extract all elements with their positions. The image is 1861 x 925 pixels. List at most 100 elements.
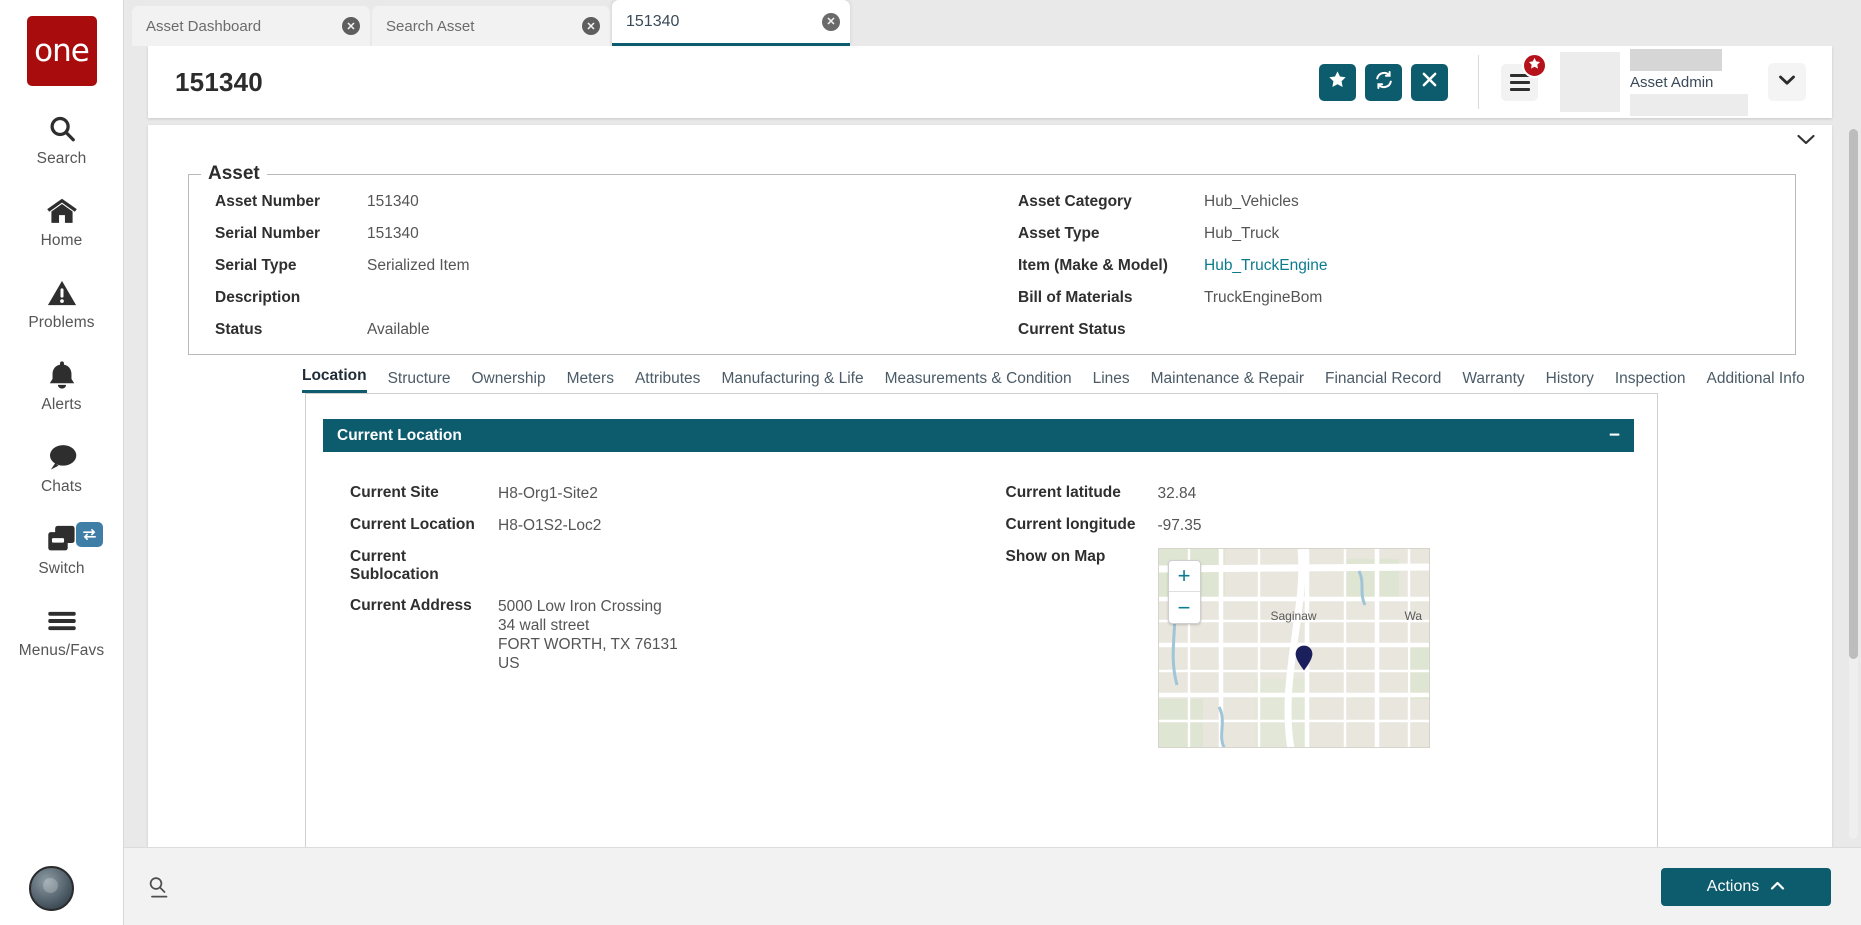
- tab-financial-record[interactable]: Financial Record: [1325, 370, 1441, 393]
- tab-asset-dashboard[interactable]: Asset Dashboard ✕: [132, 6, 370, 46]
- tab-label: Additional Info: [1707, 370, 1805, 387]
- one-network-logo[interactable]: one: [27, 16, 97, 86]
- vertical-scrollbar-thumb[interactable]: [1849, 129, 1858, 659]
- tab-attributes[interactable]: Attributes: [635, 370, 700, 393]
- tab-maintenance-repair[interactable]: Maintenance & Repair: [1151, 370, 1304, 393]
- favorites-badge: [1522, 53, 1547, 78]
- tab-label: Location: [302, 367, 367, 384]
- item-make-model-link[interactable]: Hub_TruckEngine: [1204, 257, 1328, 275]
- avatar[interactable]: [29, 866, 74, 911]
- close-circle-icon[interactable]: ✕: [822, 13, 840, 31]
- close-circle-icon[interactable]: ✕: [582, 17, 600, 35]
- tab-lines[interactable]: Lines: [1093, 370, 1130, 393]
- page-header: 151340: [148, 46, 1832, 118]
- asset-summary-fieldset: Asset Asset Number 151340 Serial Number …: [188, 163, 1796, 355]
- sidebar-item-chats[interactable]: Chats: [0, 440, 124, 496]
- map-zoom-in-button[interactable]: +: [1169, 561, 1200, 592]
- search-icon: [47, 112, 77, 146]
- field-value: Hub_Truck: [1204, 225, 1279, 243]
- vertical-scrollbar-track[interactable]: [1849, 129, 1858, 839]
- actions-button[interactable]: Actions: [1661, 868, 1831, 906]
- tab-search-asset[interactable]: Search Asset ✕: [372, 6, 610, 46]
- close-circle-icon[interactable]: ✕: [342, 17, 360, 35]
- bell-icon: [48, 358, 76, 392]
- star-icon: [1528, 57, 1541, 73]
- field-value: 151340: [367, 225, 419, 243]
- field-label: Current Status: [1018, 321, 1204, 339]
- favorite-button[interactable]: [1319, 64, 1356, 101]
- map-zoom-controls: + −: [1168, 560, 1201, 624]
- field-row: Asset Category Hub_Vehicles: [1018, 193, 1795, 225]
- user-placeholder-bar-top: [1630, 49, 1722, 71]
- tab-location[interactable]: Location: [302, 367, 367, 393]
- sidebar-item-alerts[interactable]: Alerts: [0, 358, 124, 414]
- header-menu-button[interactable]: [1501, 64, 1538, 101]
- user-info-block[interactable]: Asset Admin: [1630, 49, 1748, 116]
- sidebar-item-label: Chats: [41, 478, 82, 496]
- sidebar-item-label: Search: [37, 150, 87, 168]
- sidebar-item-problems[interactable]: Problems: [0, 276, 124, 332]
- tab-label: Meters: [567, 370, 614, 387]
- field-label: Asset Category: [1018, 193, 1204, 211]
- tab-additional-info[interactable]: Additional Info: [1707, 370, 1805, 393]
- tab-history[interactable]: History: [1546, 370, 1594, 393]
- sidebar-item-switch[interactable]: Switch: [0, 522, 124, 578]
- refresh-button[interactable]: [1365, 64, 1402, 101]
- tab-151340[interactable]: 151340 ✕: [612, 0, 850, 46]
- field-label: Serial Number: [215, 225, 367, 243]
- field-row: Serial Type Serialized Item: [215, 257, 992, 289]
- star-icon: [1328, 70, 1347, 94]
- sidebar-item-search[interactable]: Search: [0, 112, 124, 168]
- tab-manufacturing-life[interactable]: Manufacturing & Life: [721, 370, 863, 393]
- search-document-icon[interactable]: [148, 875, 170, 899]
- close-button[interactable]: [1411, 64, 1448, 101]
- logo-text: one: [34, 33, 89, 69]
- map-zoom-out-button[interactable]: −: [1169, 592, 1200, 623]
- user-placeholder-bar-bottom: [1630, 94, 1748, 116]
- chevron-down-icon: [1778, 73, 1796, 91]
- address-value: 5000 Low Iron Crossing 34 wall street FO…: [498, 597, 678, 673]
- sidebar-item-home[interactable]: Home: [0, 194, 124, 250]
- tab-inspection[interactable]: Inspection: [1615, 370, 1686, 393]
- field-label: Current Location: [350, 516, 498, 535]
- field-value: Serialized Item: [367, 257, 470, 275]
- panel-collapse-minus-icon[interactable]: −: [1609, 426, 1620, 445]
- tab-structure[interactable]: Structure: [388, 370, 451, 393]
- map-pin-icon[interactable]: [1295, 645, 1313, 671]
- field-label: Bill of Materials: [1018, 289, 1204, 307]
- asset-detail-tabs: Location Structure Ownership Meters Attr…: [302, 367, 1805, 393]
- field-value: Hub_Vehicles: [1204, 193, 1299, 211]
- field-row: Status Available: [215, 321, 992, 353]
- field-row: Bill of Materials TruckEngineBom: [1018, 289, 1795, 321]
- field-row: Current longitude -97.35: [1006, 516, 1635, 535]
- field-value: Available: [367, 321, 430, 339]
- field-row: Current latitude 32.84: [1006, 484, 1635, 503]
- user-name: Asset Admin: [1630, 74, 1748, 91]
- tab-measurements-condition[interactable]: Measurements & Condition: [885, 370, 1072, 393]
- sidebar-item-label: Switch: [38, 560, 84, 578]
- sidebar-item-label: Home: [41, 232, 83, 250]
- panel-collapse-toggle[interactable]: [1796, 133, 1816, 151]
- field-label: Current Address: [350, 597, 498, 673]
- sidebar-item-label: Alerts: [41, 396, 81, 414]
- user-avatar-placeholder: [1560, 52, 1620, 112]
- tab-label: Inspection: [1615, 370, 1686, 387]
- tab-label: Measurements & Condition: [885, 370, 1072, 387]
- field-label: Serial Type: [215, 257, 367, 275]
- location-right-column: Current latitude 32.84 Current longitude…: [979, 452, 1635, 761]
- tab-warranty[interactable]: Warranty: [1462, 370, 1524, 393]
- field-label: Asset Number: [215, 193, 367, 211]
- swap-arrows-icon[interactable]: [76, 522, 103, 547]
- location-tab-content: Current Location − Current Site H8-Org1-…: [305, 393, 1658, 847]
- sidebar-item-menus-favs[interactable]: Menus/Favs: [0, 604, 124, 660]
- user-menu-dropdown-button[interactable]: [1768, 63, 1806, 101]
- map-widget[interactable]: Saginaw Wa + −: [1158, 548, 1430, 748]
- tab-meters[interactable]: Meters: [567, 370, 614, 393]
- map-place-label: Saginaw: [1271, 609, 1317, 623]
- sidebar-item-label: Problems: [28, 314, 94, 332]
- field-row: Current Location H8-O1S2-Loc2: [350, 516, 979, 535]
- tab-ownership[interactable]: Ownership: [471, 370, 545, 393]
- field-row: Current Status: [1018, 321, 1795, 353]
- chevron-up-icon: [1770, 878, 1785, 896]
- page-title: 151340: [175, 67, 263, 98]
